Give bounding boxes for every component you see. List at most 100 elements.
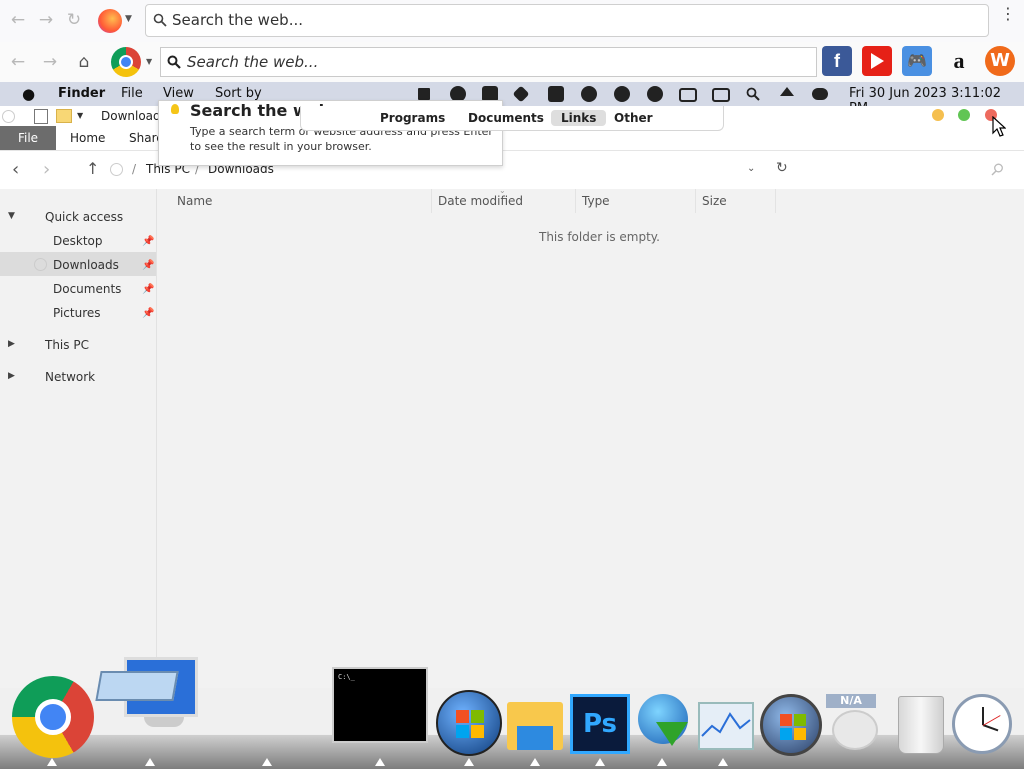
dock-indicator: [145, 758, 155, 766]
dock-indicator: [718, 758, 728, 766]
menu-finder[interactable]: Finder: [58, 86, 105, 101]
chevron-down-icon[interactable]: ▼: [146, 57, 152, 66]
tab-programs[interactable]: Programs: [370, 110, 455, 126]
refresh-icon[interactable]: ↻: [776, 160, 788, 176]
tray-icon-8[interactable]: [647, 86, 663, 102]
maximize-button[interactable]: [958, 109, 970, 121]
search-field-2[interactable]: Search the web...: [160, 47, 817, 77]
back-icon[interactable]: ←: [8, 52, 28, 72]
spotlight-icon[interactable]: [746, 87, 760, 101]
nav-pictures[interactable]: Pictures: [53, 306, 101, 320]
windows-start-icon[interactable]: [436, 690, 502, 756]
pin-icon: 📌: [142, 308, 155, 319]
youtube-icon[interactable]: [862, 46, 892, 76]
pin-icon: 📌: [142, 260, 155, 271]
forward-icon[interactable]: →: [40, 52, 60, 72]
forward-icon[interactable]: ›: [43, 159, 50, 180]
menu-dots-icon[interactable]: ⋮: [1000, 6, 1016, 22]
chevron-down-icon[interactable]: ⌄: [747, 163, 755, 174]
menu-bar: ● Finder File View Sort by Fri 30 Jun 20…: [0, 82, 1024, 116]
dock-indicator: [464, 758, 474, 766]
back-icon[interactable]: ←: [8, 10, 28, 30]
tray-icon-10[interactable]: [712, 88, 730, 102]
download-manager-icon[interactable]: [632, 694, 694, 754]
browser-toolbar-2: ← → ⌂ ▼ Search the web... f 🎮 a W: [0, 42, 1024, 83]
address-bar: ‹ › ↑ / This PC / Downloads ⌄ ↻: [0, 151, 1024, 190]
control-center-icon[interactable]: [812, 88, 828, 100]
nav-documents[interactable]: Documents: [53, 282, 121, 296]
chevron-down-icon[interactable]: ▼: [77, 111, 83, 120]
column-divider[interactable]: [695, 189, 696, 213]
search-field-1[interactable]: Search the web...: [145, 4, 989, 37]
breadcrumb-separator: /: [132, 162, 137, 176]
nav-downloads[interactable]: Downloads: [53, 258, 119, 272]
pin-icon: 📌: [142, 284, 155, 295]
eject-icon[interactable]: [780, 87, 794, 96]
minimize-button[interactable]: [932, 109, 944, 121]
pin-icon: 📌: [142, 236, 155, 247]
tray-icon-1[interactable]: [418, 88, 430, 100]
column-divider[interactable]: [775, 189, 776, 213]
dock-indicator: [657, 758, 667, 766]
tray-icon-9[interactable]: [679, 88, 697, 102]
menu-file[interactable]: File: [121, 86, 143, 101]
search-icon[interactable]: [991, 163, 1004, 176]
chevron-down-icon[interactable]: ▼: [125, 14, 132, 24]
expand-icon[interactable]: ▶: [8, 339, 15, 349]
tray-icon-6[interactable]: [581, 86, 597, 102]
home-icon[interactable]: ⌂: [74, 52, 94, 72]
tray-icon-5[interactable]: [548, 86, 564, 102]
expand-icon[interactable]: ▶: [8, 371, 15, 381]
properties-icon[interactable]: [34, 109, 48, 124]
back-icon[interactable]: ‹: [12, 159, 19, 180]
cursor-icon: [992, 116, 1006, 137]
dock-indicator: [47, 758, 57, 766]
nav-network[interactable]: Network: [45, 370, 95, 384]
dock-indicator: [262, 758, 272, 766]
dock: C:\_ Ps N/A: [0, 657, 1024, 768]
photoshop-icon[interactable]: Ps: [570, 694, 630, 754]
reload-icon[interactable]: ↻: [64, 10, 84, 30]
amazon-icon[interactable]: a: [944, 46, 974, 76]
apple-icon[interactable]: ●: [22, 85, 35, 103]
column-name[interactable]: Name: [177, 194, 212, 208]
clock-icon[interactable]: [952, 694, 1012, 754]
column-size[interactable]: Size: [702, 194, 727, 208]
w-icon[interactable]: W: [985, 46, 1015, 76]
facebook-icon[interactable]: f: [822, 46, 852, 76]
nav-quick-access[interactable]: Quick access: [45, 210, 123, 224]
firefox-icon[interactable]: [98, 9, 122, 33]
menu-view[interactable]: View: [163, 86, 194, 101]
file-explorer-icon[interactable]: [507, 702, 563, 750]
ribbon-tab-file[interactable]: File: [0, 126, 56, 150]
games-icon[interactable]: 🎮: [902, 46, 932, 76]
trash-icon[interactable]: [898, 696, 944, 754]
nav-this-pc[interactable]: This PC: [45, 338, 89, 352]
menu-sort-by[interactable]: Sort by: [215, 86, 262, 101]
chrome-icon[interactable]: [111, 47, 141, 77]
up-icon[interactable]: ↑: [86, 159, 99, 178]
new-folder-icon[interactable]: [56, 109, 72, 123]
tray-icon-7[interactable]: [614, 86, 630, 102]
column-type[interactable]: Type: [582, 194, 610, 208]
terminal-icon[interactable]: C:\_: [332, 667, 428, 743]
system-monitor-icon[interactable]: [698, 702, 754, 750]
windows-orb-icon[interactable]: [760, 694, 822, 756]
search-placeholder-1: Search the web...: [172, 11, 304, 29]
tray-icon-4[interactable]: [512, 85, 530, 103]
column-date-modified[interactable]: Date modified: [438, 194, 523, 208]
chrome-icon[interactable]: [12, 676, 94, 758]
column-divider[interactable]: [575, 189, 576, 213]
na-icon[interactable]: N/A: [826, 692, 882, 754]
ribbon-tab-home[interactable]: Home: [70, 131, 105, 145]
navigation-pane: ▼ Quick access Desktop 📌 Downloads 📌 Doc…: [0, 189, 157, 688]
tab-links[interactable]: Links: [551, 110, 607, 126]
nav-desktop[interactable]: Desktop: [53, 234, 103, 248]
expand-icon[interactable]: ▼: [8, 211, 15, 221]
forward-icon[interactable]: →: [36, 10, 56, 30]
keyboard-monitor-icon[interactable]: [95, 657, 200, 743]
tab-other[interactable]: Other: [604, 110, 663, 126]
location-icon: [110, 163, 123, 176]
tab-documents[interactable]: Documents: [458, 110, 554, 126]
column-divider[interactable]: [431, 189, 432, 213]
